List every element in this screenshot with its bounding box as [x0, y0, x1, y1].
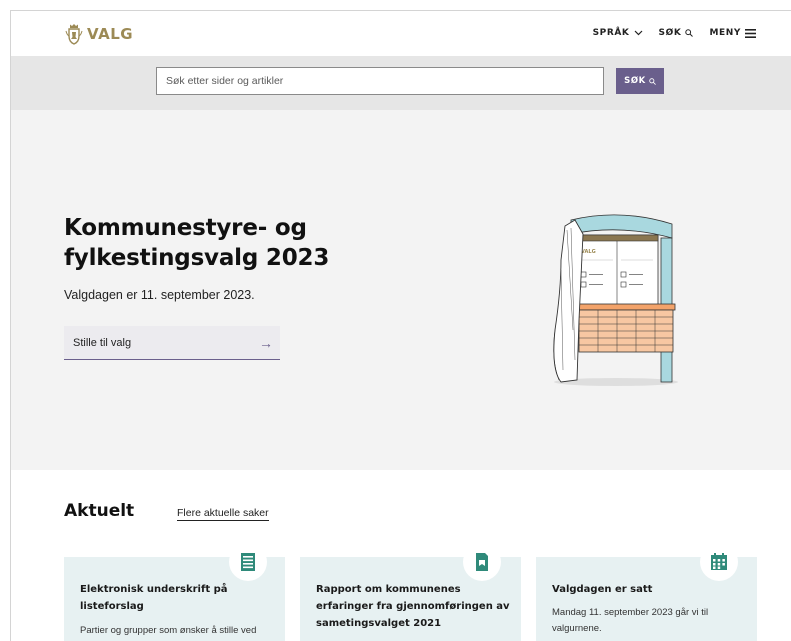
- search-nav-button[interactable]: SØK: [659, 28, 694, 38]
- site-logo[interactable]: VALG: [64, 23, 133, 45]
- site-header: VALG SPRÅK SØK MENY: [11, 11, 791, 56]
- page: VALG SPRÅK SØK MENY SØK Kommunest: [10, 10, 791, 641]
- report-icon: [463, 543, 501, 581]
- title-line-1: Kommunestyre- og: [64, 215, 307, 241]
- menu-button[interactable]: MENY: [709, 28, 756, 38]
- search-band: SØK: [11, 56, 791, 110]
- more-news-link[interactable]: Flere aktuelle saker: [177, 507, 269, 521]
- language-menu[interactable]: SPRÅK: [593, 28, 643, 38]
- news-card[interactable]: Rapport om kommunenes erfaringer fra gje…: [300, 543, 521, 641]
- hero-subtitle: Valgdagen er 11. september 2023.: [64, 288, 255, 302]
- card-title: Rapport om kommunenes erfaringer fra gje…: [316, 584, 510, 629]
- hero-link-label: Stille til valg: [73, 336, 132, 349]
- card-text: Partier og grupper som ønsker å stille v…: [80, 625, 257, 636]
- aktuelt-heading: Aktuelt: [64, 501, 135, 521]
- menu-label: MENY: [709, 28, 741, 38]
- coat-of-arms-icon: [65, 24, 83, 45]
- logo-text: VALG: [87, 25, 134, 43]
- title-line-2: fylkestingsvalg 2023: [64, 245, 330, 271]
- search-button-label: SØK: [624, 76, 646, 86]
- search-nav-label: SØK: [658, 28, 682, 38]
- document-list-icon: [229, 543, 267, 581]
- search-icon: [685, 29, 694, 37]
- card-title: Elektronisk underskrift på listeforslag: [80, 584, 228, 612]
- calendar-icon: [700, 543, 738, 581]
- page-title: Kommunestyre- og fylkestingsvalg 2023: [64, 213, 354, 273]
- news-card[interactable]: Valgdagen er satt Mandag 11. september 2…: [536, 543, 757, 641]
- voting-booth-illustration: VALG: [553, 214, 678, 386]
- hamburger-icon: [745, 28, 756, 38]
- card-text: Mandag 11. september 2023 går vi til val…: [552, 607, 709, 634]
- stille-til-valg-link[interactable]: Stille til valg →: [64, 326, 280, 360]
- card-title: Valgdagen er satt: [552, 584, 653, 595]
- arrow-right-icon: →: [259, 334, 273, 351]
- hero-section: Kommunestyre- og fylkestingsvalg 2023 Va…: [11, 110, 791, 470]
- search-icon: [649, 77, 656, 85]
- top-nav: SPRÅK SØK MENY: [593, 28, 756, 38]
- news-card[interactable]: Elektronisk underskrift på listeforslag …: [64, 543, 285, 641]
- booth-sign-text: VALG: [581, 249, 596, 255]
- language-label: SPRÅK: [592, 28, 630, 38]
- search-input[interactable]: [156, 67, 604, 95]
- chevron-down-icon: [634, 30, 642, 36]
- search-button[interactable]: SØK: [616, 68, 664, 94]
